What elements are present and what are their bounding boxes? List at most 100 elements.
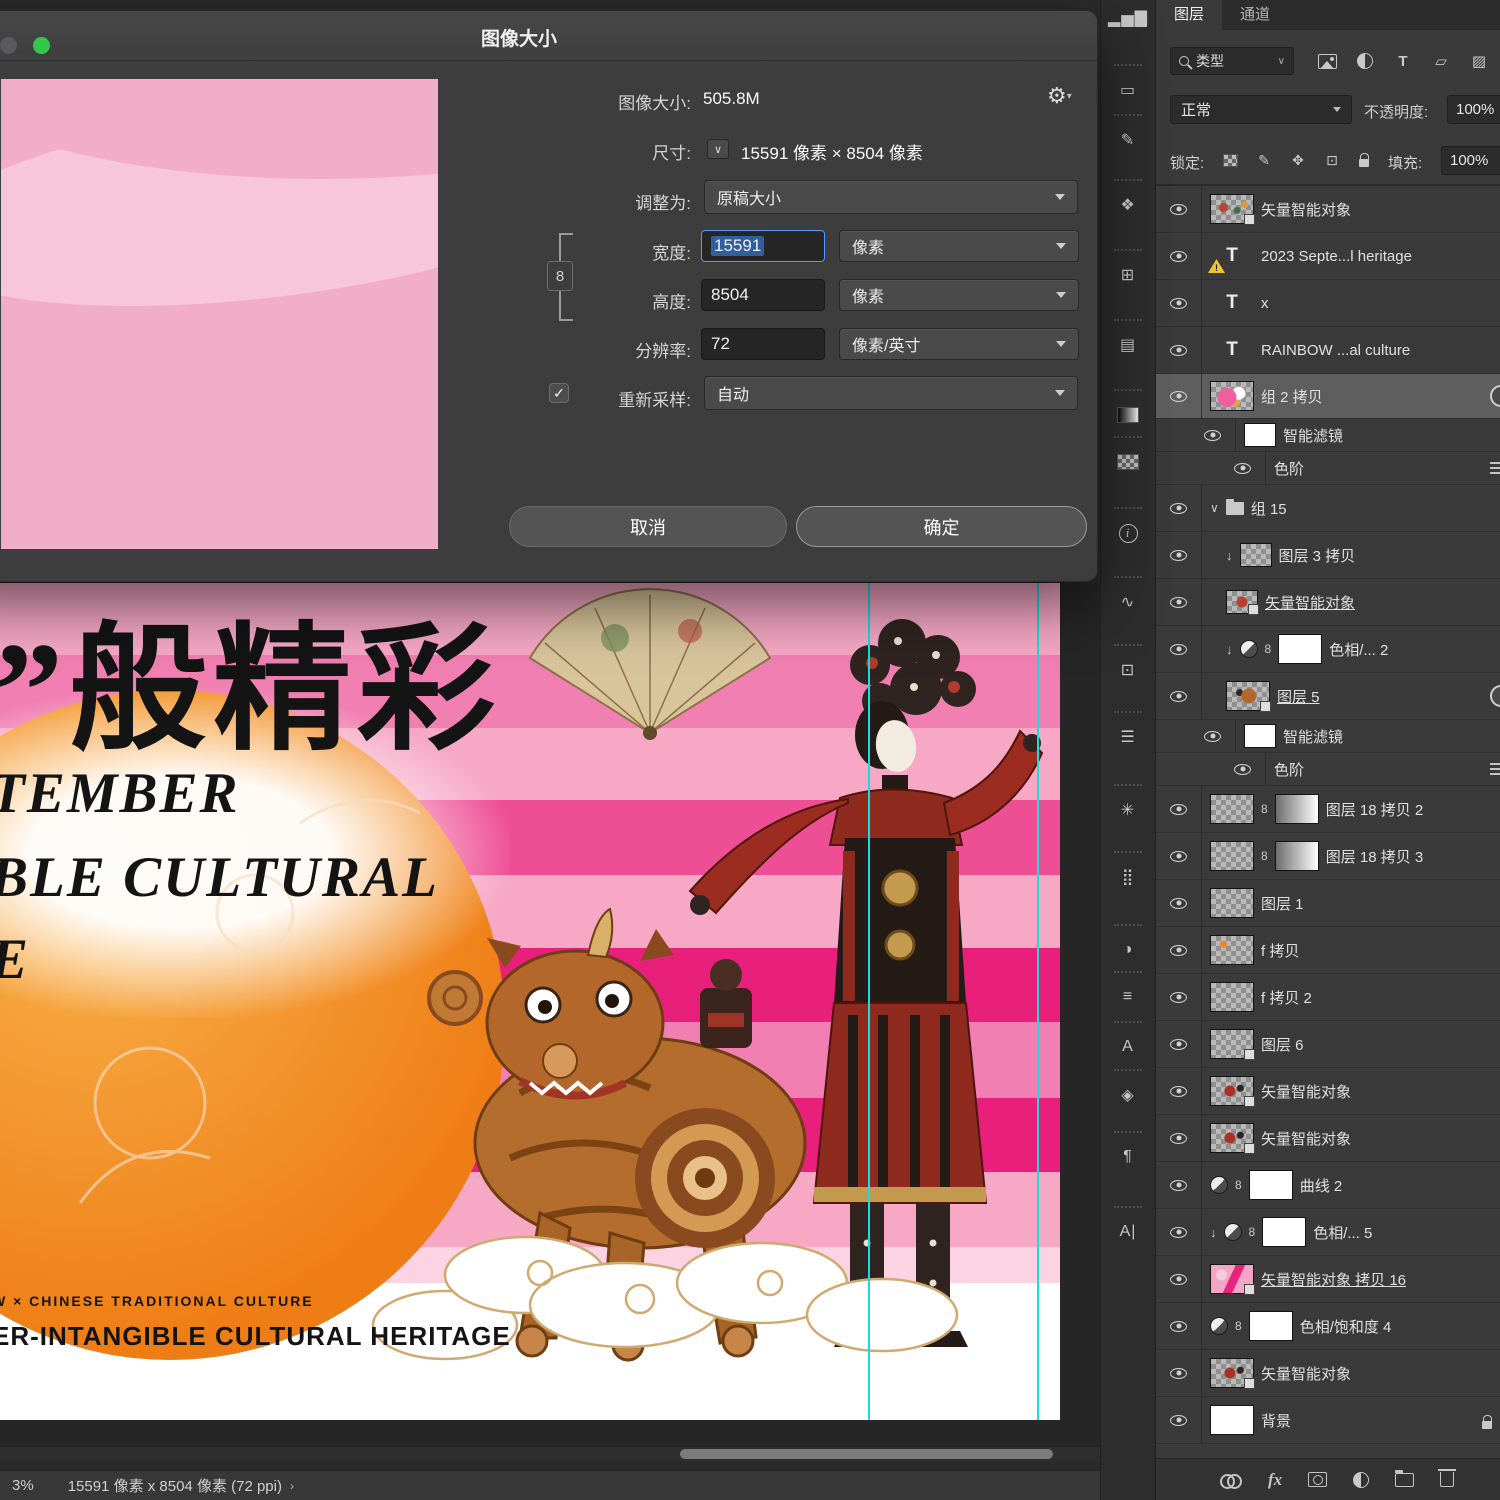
- layer-name[interactable]: 组 2 拷贝: [1261, 386, 1323, 407]
- layer-row[interactable]: T RAINBOW ...al culture: [1156, 327, 1500, 374]
- visibility-eye-icon[interactable]: [1170, 1320, 1187, 1332]
- 3d-panel-icon[interactable]: ◈: [1110, 1069, 1146, 1109]
- layer-thumbnail[interactable]: [1226, 590, 1259, 615]
- visibility-eye-icon[interactable]: [1170, 1414, 1187, 1426]
- gear-icon[interactable]: ⚙▾: [1047, 83, 1072, 109]
- layer-thumbnail[interactable]: [1210, 794, 1254, 824]
- layer-name[interactable]: 智能滤镜: [1283, 425, 1343, 446]
- layer-row[interactable]: Tx: [1156, 280, 1500, 327]
- layer-row[interactable]: ↓ 8 色相/... 2: [1156, 626, 1500, 673]
- layer-thumbnail[interactable]: [1210, 194, 1255, 225]
- layer-name[interactable]: 色阶: [1274, 759, 1304, 780]
- tab-channels[interactable]: 通道: [1222, 0, 1288, 30]
- visibility-eye-icon[interactable]: [1170, 1179, 1187, 1191]
- visibility-eye-icon[interactable]: [1234, 763, 1251, 775]
- layer-mask-thumbnail[interactable]: [1248, 1311, 1293, 1341]
- layer-style-fx-icon[interactable]: fx: [1268, 1470, 1282, 1490]
- layer-name[interactable]: 色相/... 2: [1329, 639, 1388, 660]
- layer-row[interactable]: 矢量智能对象: [1156, 1115, 1500, 1162]
- vertical-guide[interactable]: [868, 583, 870, 1420]
- adjustments-panel-icon[interactable]: ◑: [1110, 924, 1146, 964]
- visibility-eye-icon[interactable]: [1170, 1273, 1187, 1285]
- layer-name[interactable]: 矢量智能对象: [1261, 1128, 1351, 1149]
- layer-thumbnail[interactable]: T: [1210, 335, 1254, 365]
- layer-filter-select[interactable]: 类型 ∨: [1170, 47, 1294, 75]
- visibility-eye-icon[interactable]: [1170, 803, 1187, 815]
- layer-thumbnail[interactable]: T!: [1208, 241, 1254, 273]
- mask-link-icon[interactable]: 8: [1235, 1319, 1242, 1333]
- layer-mask-thumbnail[interactable]: [1278, 634, 1323, 664]
- lock-all-icon[interactable]: [1352, 148, 1376, 172]
- brush-settings-panel-icon[interactable]: ☰: [1110, 711, 1146, 751]
- visibility-eye-icon[interactable]: [1170, 850, 1187, 862]
- tab-layers[interactable]: 图层: [1156, 0, 1223, 30]
- layer-name[interactable]: f 拷贝 2: [1261, 987, 1312, 1008]
- gradients-panel-icon[interactable]: [1110, 389, 1146, 429]
- layer-row[interactable]: 8 图层 18 拷贝 3: [1156, 833, 1500, 880]
- visibility-eye-icon[interactable]: [1170, 1085, 1187, 1097]
- new-group-icon[interactable]: [1395, 1469, 1415, 1487]
- layer-thumbnail[interactable]: [1210, 381, 1254, 411]
- lock-artboard-icon[interactable]: ⊡: [1320, 148, 1344, 172]
- vertical-guide[interactable]: [1037, 583, 1039, 1420]
- layer-thumbnail[interactable]: [1210, 1029, 1255, 1060]
- layer-thumbnail[interactable]: [1210, 1076, 1255, 1107]
- mask-link-icon[interactable]: 8: [1235, 1178, 1242, 1192]
- halftone-panel-icon[interactable]: ⣿: [1110, 851, 1146, 891]
- character-panel-icon[interactable]: A|: [1110, 1206, 1146, 1246]
- layer-thumbnail[interactable]: [1210, 1123, 1255, 1154]
- lock-paint-icon[interactable]: ✎: [1252, 148, 1276, 172]
- expand-chevron-icon[interactable]: ∨: [1210, 501, 1219, 515]
- layer-row[interactable]: 矢量智能对象: [1156, 1068, 1500, 1115]
- visibility-eye-icon[interactable]: [1170, 643, 1187, 655]
- width-input[interactable]: 15591: [701, 230, 825, 262]
- glyphs-panel-icon[interactable]: A: [1110, 1021, 1146, 1061]
- layer-row[interactable]: 8 色相/饱和度 4: [1156, 1303, 1500, 1350]
- visibility-eye-icon[interactable]: [1170, 897, 1187, 909]
- visibility-eye-icon[interactable]: [1234, 462, 1251, 474]
- layer-name[interactable]: 背景: [1261, 1410, 1291, 1431]
- layer-thumbnail[interactable]: [1244, 423, 1276, 447]
- height-unit-select[interactable]: 像素: [839, 279, 1079, 311]
- layer-row[interactable]: ↓ 8 色相/... 5: [1156, 1209, 1500, 1256]
- layer-row[interactable]: 矢量智能对象: [1156, 579, 1500, 626]
- layer-name[interactable]: 图层 18 拷贝 2: [1326, 799, 1424, 820]
- properties-panel-icon[interactable]: ≡: [1110, 971, 1146, 1011]
- visibility-eye-icon[interactable]: [1170, 297, 1187, 309]
- constrain-proportions-icon[interactable]: 8: [547, 261, 573, 291]
- lock-transparency-icon[interactable]: [1218, 148, 1242, 172]
- filter-options-icon[interactable]: [1490, 462, 1500, 474]
- layer-name[interactable]: 智能滤镜: [1283, 726, 1343, 747]
- cancel-button[interactable]: 取消: [509, 506, 787, 547]
- height-input[interactable]: 8504: [701, 279, 825, 311]
- blend-mode-select[interactable]: 正常: [1170, 95, 1352, 124]
- visibility-eye-icon[interactable]: [1170, 944, 1187, 956]
- layer-mask-thumbnail[interactable]: [1262, 1217, 1307, 1247]
- mask-link-icon[interactable]: 8: [1261, 849, 1268, 863]
- visibility-eye-icon[interactable]: [1170, 1038, 1187, 1050]
- visibility-eye-icon[interactable]: [1170, 250, 1187, 262]
- layer-row[interactable]: f 拷贝 2: [1156, 974, 1500, 1021]
- layer-thumbnail[interactable]: [1210, 888, 1254, 918]
- visibility-eye-icon[interactable]: [1170, 1226, 1187, 1238]
- layer-row[interactable]: 图层 6: [1156, 1021, 1500, 1068]
- layer-name[interactable]: 组 15: [1251, 498, 1287, 519]
- layer-name[interactable]: 图层 6: [1261, 1034, 1304, 1055]
- patterns-panel-icon[interactable]: [1110, 436, 1146, 476]
- document-info[interactable]: 15591 像素 x 8504 像素 (72 ppi): [68, 1475, 282, 1496]
- info-panel-icon[interactable]: i: [1110, 507, 1146, 547]
- annotate-panel-icon[interactable]: ✎: [1110, 114, 1146, 154]
- layer-thumbnail[interactable]: [1210, 841, 1254, 871]
- mask-link-icon[interactable]: 8: [1261, 802, 1268, 816]
- layer-row[interactable]: 色阶: [1156, 452, 1500, 485]
- layer-mask-thumbnail[interactable]: [1248, 1170, 1293, 1200]
- ok-button[interactable]: 确定: [796, 506, 1087, 547]
- filter-options-icon[interactable]: [1490, 763, 1500, 775]
- resolution-input[interactable]: 72: [701, 328, 825, 360]
- visibility-eye-icon[interactable]: [1170, 344, 1187, 356]
- grid-panel-icon[interactable]: ⊞: [1110, 249, 1146, 289]
- layer-name[interactable]: 色相/饱和度 4: [1300, 1316, 1392, 1337]
- mask-link-icon[interactable]: 8: [1265, 642, 1272, 656]
- filter-adjustment-layers-icon[interactable]: [1352, 47, 1378, 75]
- histogram-panel-icon[interactable]: ▂▅▇: [1108, 4, 1147, 32]
